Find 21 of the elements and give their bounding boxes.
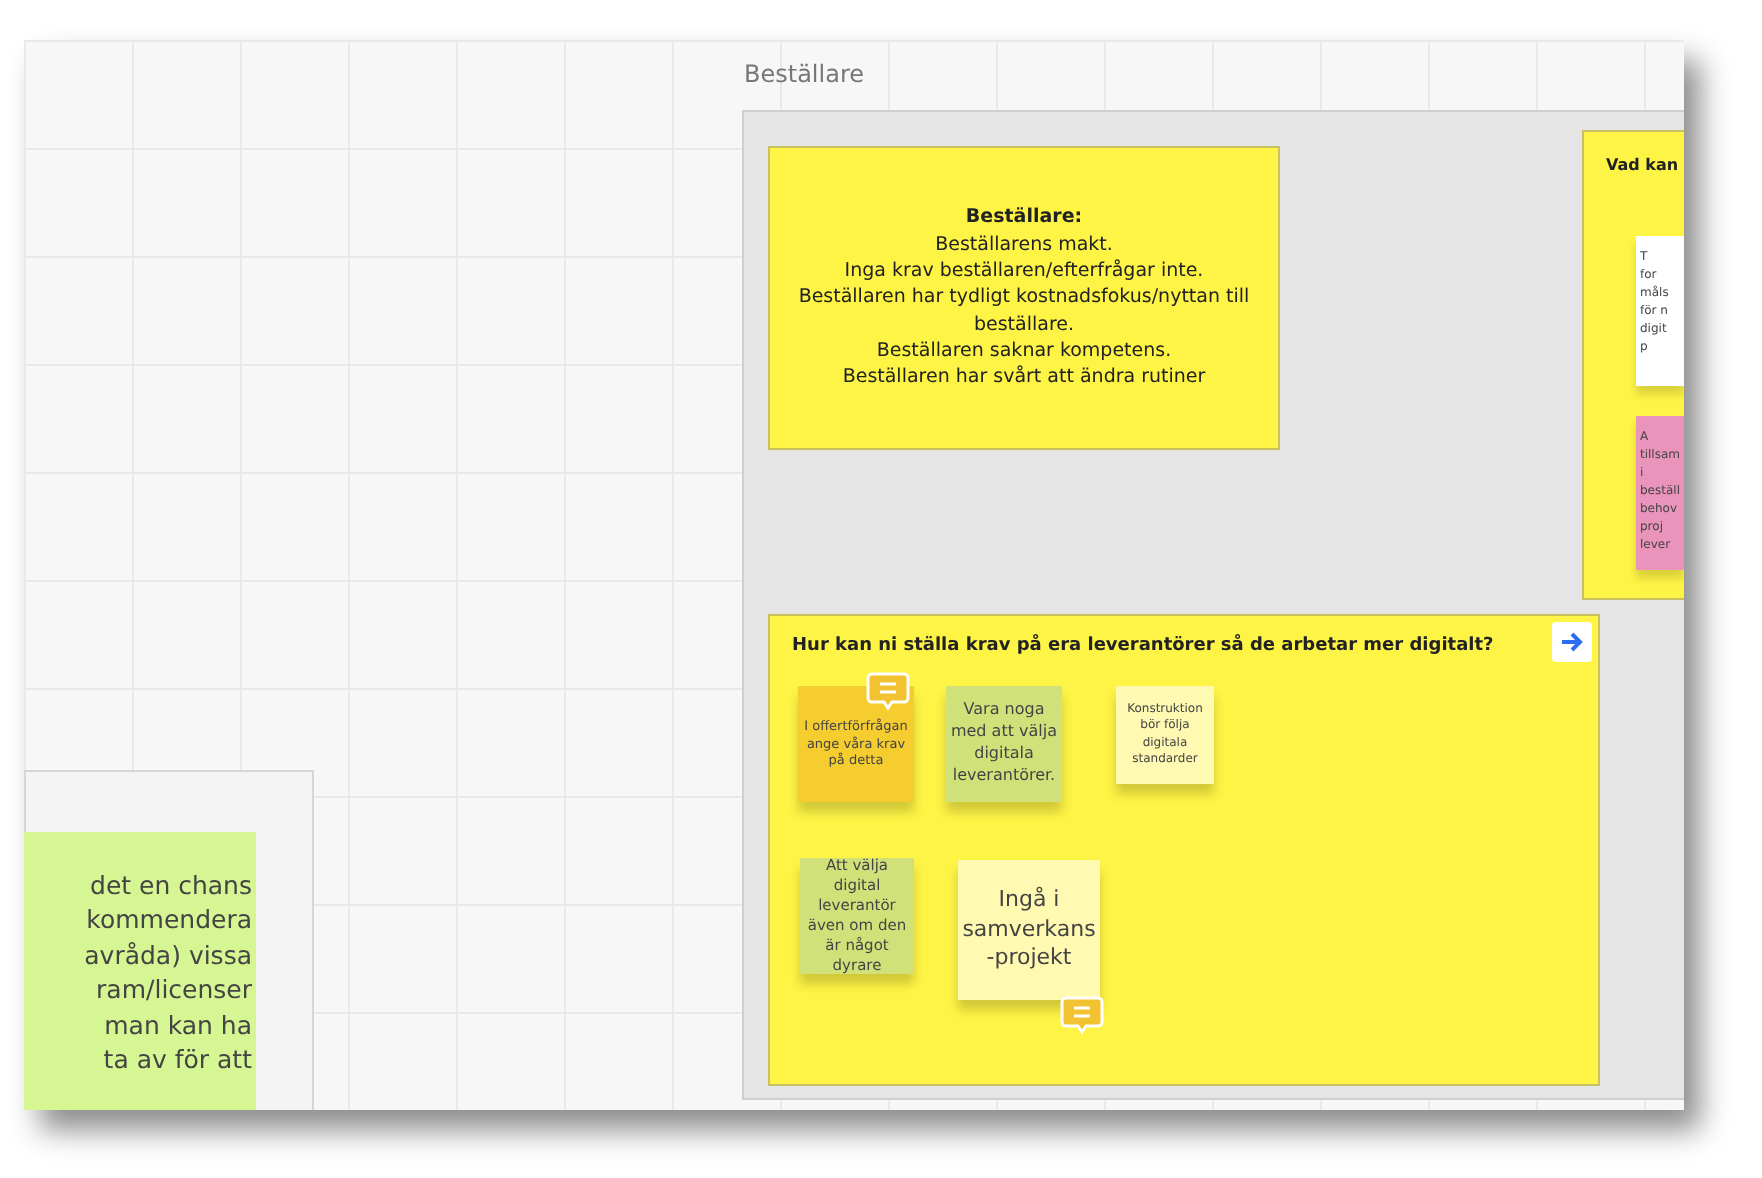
card-text: Beställaren har tydligt kostnadsfokus/nyttan till beställare. [796, 284, 1252, 338]
note-text: ram/licenser [96, 972, 252, 1007]
card-text: Beställarens makt. [935, 231, 1113, 259]
note-text: kommendera [86, 902, 252, 937]
comment-icon[interactable] [1060, 996, 1104, 1036]
sticky-note: Ingå i samverkans-projekt [958, 860, 1100, 1000]
card-text: Inga krav beställaren/efterfrågar inte. [844, 258, 1204, 285]
frame-title: Beställare [744, 60, 864, 88]
arrow-right-icon [1560, 630, 1584, 654]
card-heading: Beställare: [965, 204, 1083, 232]
note-text: det en chans [90, 867, 252, 902]
card-text: Beställaren saknar kompetens. [876, 337, 1172, 365]
arrow-button[interactable] [1552, 622, 1592, 662]
note-text: avråda) vissa [84, 937, 252, 972]
sticky-note: Vara noga med att välja digitala leverantörer. [946, 686, 1062, 802]
note-text: ta av för att [103, 1042, 252, 1077]
comment-icon[interactable] [866, 672, 910, 712]
note-text: man kan ha [104, 1007, 252, 1042]
frame-title: Vad kan [1604, 154, 1681, 174]
frame-title: Hur kan ni ställa krav på era leverantörer så de arbetar mer digitalt? [792, 636, 1494, 656]
card-text: Beställaren har svårt att ändra rutiner [842, 364, 1206, 392]
